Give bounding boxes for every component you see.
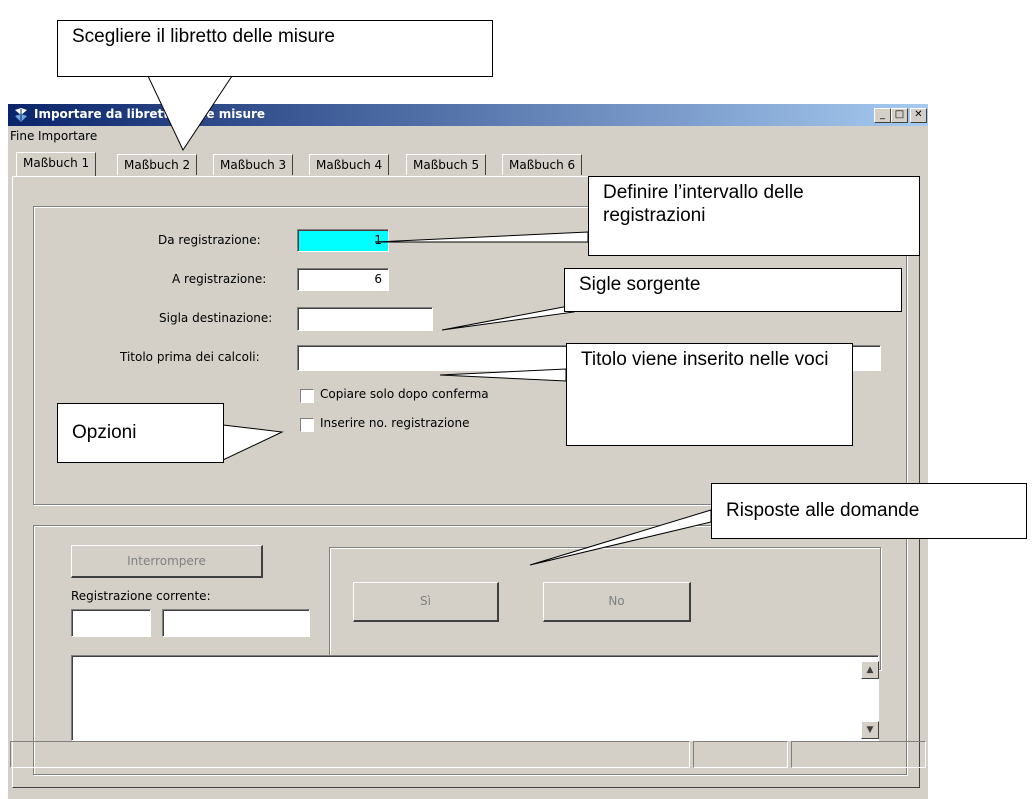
tab-massbuch-5[interactable]: Maßbuch 5 xyxy=(406,154,487,175)
title-label: Titolo prima dei calcoli: xyxy=(120,350,260,364)
window-title: Importare da libretto delle misure xyxy=(34,107,266,121)
tab-strip: Maßbuch 1 Maßbuch 2 Maßbuch 3 Maßbuch 4 … xyxy=(16,152,716,176)
callout-define-range: Definire l’intervallo delle registrazion… xyxy=(588,176,920,256)
confirm-checkbox[interactable] xyxy=(300,389,314,403)
from-label: Da registrazione: xyxy=(158,233,261,247)
interrupt-button[interactable]: Interrompere xyxy=(71,545,263,578)
current-label: Registrazione corrente: xyxy=(71,589,211,603)
menu-importare[interactable]: Importare xyxy=(38,129,97,143)
tab-massbuch-2[interactable]: Maßbuch 2 xyxy=(117,154,198,175)
callout-source-code: Sigle sorgente xyxy=(564,268,902,312)
current-number-field[interactable] xyxy=(71,609,151,637)
callout-options: Opzioni xyxy=(57,403,224,463)
status-pane-main xyxy=(10,741,690,768)
to-field[interactable]: 6 xyxy=(297,268,389,291)
tab-massbuch-6[interactable]: Maßbuch 6 xyxy=(502,154,583,175)
current-text-field[interactable] xyxy=(162,609,310,637)
status-bar xyxy=(8,741,928,768)
close-button[interactable]: ✕ xyxy=(910,108,927,123)
status-pane-3 xyxy=(791,741,926,768)
tab-massbuch-3[interactable]: Maßbuch 3 xyxy=(213,154,294,175)
confirm-label: Copiare solo dopo conferma xyxy=(320,387,489,401)
app-icon xyxy=(15,108,27,122)
scroll-up-icon[interactable]: ▲ xyxy=(861,661,879,679)
dest-label: Sigla destinazione: xyxy=(159,311,273,325)
status-pane-2 xyxy=(693,741,788,768)
tab-massbuch-4[interactable]: Maßbuch 4 xyxy=(309,154,390,175)
yes-button[interactable]: Sì xyxy=(353,582,499,622)
no-button[interactable]: No xyxy=(543,582,691,622)
callout-answers: Risposte alle domande xyxy=(711,483,1027,539)
insert-no-label: Inserire no. registrazione xyxy=(320,416,470,430)
callout-choose-book: Scegliere il libretto delle misure xyxy=(57,20,493,77)
minimize-button[interactable]: _ xyxy=(874,108,891,123)
menu-bar: Fine Importare xyxy=(8,126,928,146)
scroll-down-icon[interactable]: ▼ xyxy=(861,721,879,739)
to-label: A registrazione: xyxy=(172,272,267,286)
tab-massbuch-1[interactable]: Maßbuch 1 xyxy=(16,152,97,176)
callout-title-inserted: Titolo viene inserito nelle voci xyxy=(566,343,853,446)
from-field[interactable]: 1 xyxy=(297,229,389,252)
title-bar[interactable]: Importare da libretto delle misure _ □ ✕ xyxy=(8,104,928,126)
message-box[interactable] xyxy=(71,655,879,741)
maximize-button[interactable]: □ xyxy=(891,108,908,123)
menu-fine[interactable]: Fine xyxy=(10,129,34,143)
dest-field[interactable] xyxy=(297,307,433,331)
insert-no-checkbox[interactable] xyxy=(300,418,314,432)
